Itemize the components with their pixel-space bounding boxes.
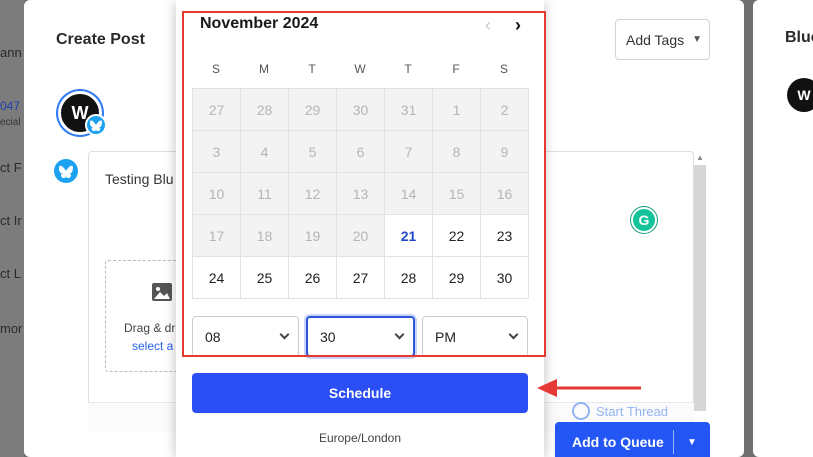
bluesky-icon[interactable]	[54, 159, 78, 183]
modal-title: Create Post	[56, 31, 145, 48]
calendar-day: 15	[433, 173, 481, 215]
preview-avatar: W	[787, 78, 813, 112]
start-thread-label: Start Thread	[596, 403, 669, 419]
ampm-select[interactable]: PM	[422, 316, 528, 357]
image-icon	[152, 283, 172, 301]
calendar-day: 2	[481, 89, 529, 131]
hour-select[interactable]: 08	[192, 316, 299, 357]
select-file-link[interactable]: select a	[132, 339, 173, 353]
calendar-day: 4	[241, 131, 289, 173]
calendar-day: 14	[385, 173, 433, 215]
calendar-day: 10	[193, 173, 241, 215]
annotation-arrow-icon	[537, 379, 641, 397]
background-page: ann 047 ecial ct F ct Ir ct L mor	[0, 0, 24, 457]
calendar-day: 9	[481, 131, 529, 173]
calendar-day[interactable]: 26	[289, 257, 337, 299]
bg-fragment: ct Ir	[0, 213, 22, 228]
chevron-down-icon	[394, 329, 405, 340]
timezone-label: Europe/London	[318, 431, 402, 445]
calendar-day[interactable]: 25	[241, 257, 289, 299]
post-text[interactable]: Testing Blu	[105, 171, 173, 187]
calendar-day: 27	[193, 89, 241, 131]
calendar-day: 3	[193, 131, 241, 173]
calendar-day: 11	[241, 173, 289, 215]
ampm-value: PM	[435, 328, 456, 345]
weekday-label: T	[404, 62, 412, 76]
calendar-day: 31	[385, 89, 433, 131]
weekday-label: T	[308, 62, 316, 76]
schedule-button[interactable]: Schedule	[192, 373, 528, 413]
grammarly-icon[interactable]: G	[631, 207, 657, 233]
calendar-day: 18	[241, 215, 289, 257]
bg-fragment: ct F	[0, 160, 22, 175]
calendar-day: 19	[289, 215, 337, 257]
calendar-day[interactable]: 27	[337, 257, 385, 299]
bluesky-badge-icon	[85, 114, 107, 136]
minute-value: 30	[320, 328, 336, 345]
calendar-day[interactable]: 22	[433, 215, 481, 257]
calendar-day: 28	[241, 89, 289, 131]
editor-scrollbar[interactable]	[694, 165, 706, 411]
hour-value: 08	[205, 328, 221, 345]
calendar-day: 30	[337, 89, 385, 131]
calendar-day[interactable]: 28	[385, 257, 433, 299]
calendar-day[interactable]: 29	[433, 257, 481, 299]
chevron-down-icon	[508, 329, 519, 340]
calendar-day: 29	[289, 89, 337, 131]
calendar-grid: 27 28 29 30 31 1 2 3 4 5 6 7 8 9 10 11 12 13 14 15 16 17 18 19 2…	[192, 88, 529, 299]
chevron-down-icon	[279, 329, 290, 340]
thread-icon	[572, 402, 590, 420]
calendar-day: 8	[433, 131, 481, 173]
add-tags-button[interactable]: Add Tags ▼	[615, 19, 710, 60]
calendar-day: 7	[385, 131, 433, 173]
calendar-day: 12	[289, 173, 337, 215]
calendar-day: 13	[337, 173, 385, 215]
calendar-day: 20	[337, 215, 385, 257]
calendar-month-label: November 2024	[200, 15, 319, 32]
weekday-header: SMTWTFS	[192, 62, 528, 76]
calendar-day: 16	[481, 173, 529, 215]
minute-select[interactable]: 30	[306, 316, 415, 357]
weekday-label: F	[452, 62, 460, 76]
calendar-day: 17	[193, 215, 241, 257]
calendar-day[interactable]: 30	[481, 257, 529, 299]
add-to-queue-label: Add to Queue	[572, 434, 664, 450]
weekday-label: S	[499, 62, 508, 76]
chevron-left-icon[interactable]: ‹	[478, 14, 498, 36]
bg-fragment: 047	[0, 99, 21, 113]
caret-down-icon: ▼	[692, 34, 703, 45]
bg-fragment: ecial	[0, 117, 21, 128]
calendar-day: 6	[337, 131, 385, 173]
calendar-day: 5	[289, 131, 337, 173]
add-to-queue-button[interactable]: Add to Queue ▼	[555, 422, 710, 457]
bg-fragment: ann	[0, 45, 22, 60]
weekday-label: W	[354, 62, 366, 76]
caret-down-icon[interactable]: ▼	[674, 437, 710, 448]
start-thread-button[interactable]: Start Thread	[572, 402, 668, 420]
preview-title: Blue	[785, 29, 813, 46]
calendar-day: 1	[433, 89, 481, 131]
bg-fragment: mor	[0, 321, 23, 336]
calendar-day-today[interactable]: 21	[385, 215, 433, 257]
calendar-day[interactable]: 24	[193, 257, 241, 299]
weekday-label: M	[259, 62, 269, 76]
dropzone-text: Drag & dro	[124, 321, 183, 335]
weekday-label: S	[211, 62, 220, 76]
bg-fragment: ct L	[0, 266, 21, 281]
preview-panel: Blue W	[753, 0, 813, 457]
chevron-right-icon[interactable]: ›	[508, 14, 528, 36]
scroll-up-icon[interactable]: ▲	[695, 153, 705, 163]
calendar-day[interactable]: 23	[481, 215, 529, 257]
add-tags-label: Add Tags	[626, 31, 685, 48]
